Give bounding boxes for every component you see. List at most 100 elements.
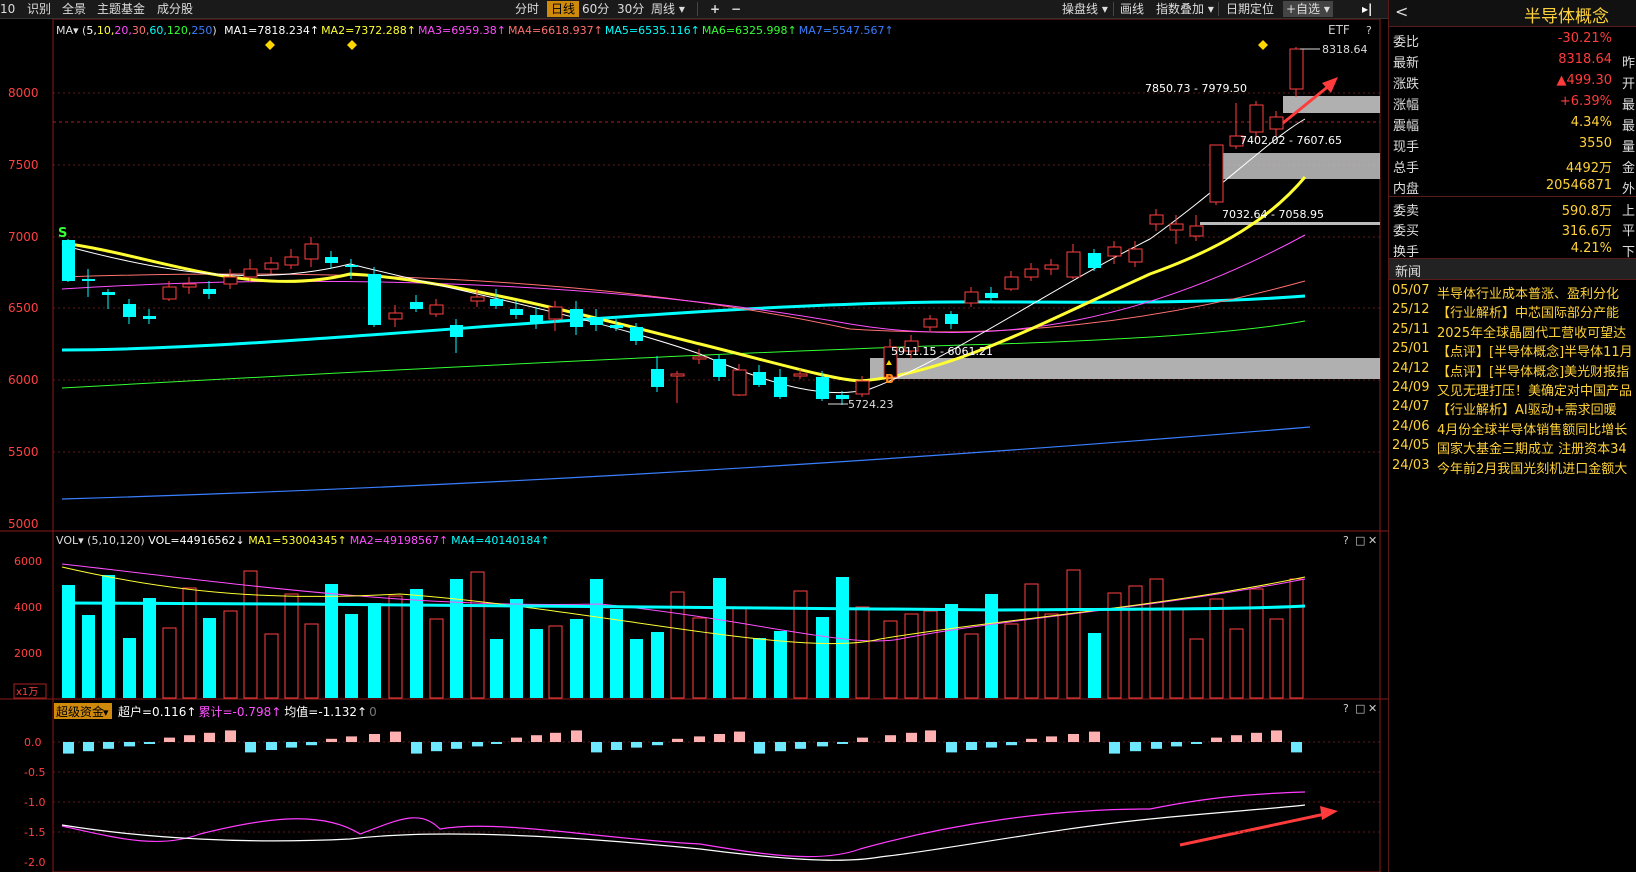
period-tab-intraday[interactable]: 分时 [515, 1, 539, 17]
volume-bar [450, 579, 463, 698]
volume-bar [284, 593, 299, 699]
quote-row: 涨跌 ▲499.30 开 [1389, 70, 1636, 92]
fund-bar [631, 742, 642, 748]
fund-bar [857, 737, 868, 742]
help-icon: ? [1343, 702, 1349, 715]
candles [62, 47, 1304, 405]
news-item[interactable]: 25/01 【点评】[半导体概念]半导体11月 [1389, 339, 1636, 359]
volume-bar [223, 610, 238, 699]
period-tab-daily[interactable]: 日线 [547, 1, 580, 17]
volume-bar [143, 598, 156, 698]
toolbar-item-operate-line[interactable]: 操盘线 ▾ [1062, 1, 1108, 17]
candle-body [470, 296, 485, 302]
fund-bar [1251, 732, 1262, 742]
period-tab-60min[interactable]: 60分 [582, 1, 609, 17]
news-item[interactable]: 24/05 国家大基金三期成立 注册资本34 [1389, 436, 1636, 456]
vol-unit: x1万 [16, 687, 38, 698]
back-icon[interactable]: < [1395, 2, 1408, 21]
fund-bar [1130, 742, 1141, 752]
news-date: 25/01 [1392, 341, 1430, 357]
candle-body [345, 265, 358, 267]
fund-bar [63, 742, 74, 754]
zone-label: 7850.73 - 7979.50 [1145, 82, 1247, 95]
ma5-line [61, 294, 1306, 352]
fund-bar [204, 732, 215, 742]
fund-bar [906, 732, 917, 742]
fund-bar [925, 730, 936, 742]
news-item[interactable]: 05/07 半导体行业成本普涨、盈利分化 [1389, 281, 1636, 301]
toolbar-item-date-locate[interactable]: 日期定位 [1226, 1, 1274, 17]
candle-body [1289, 48, 1304, 90]
event-marker-icon [1258, 40, 1268, 50]
volume-bar [325, 584, 338, 698]
news-item[interactable]: 24/07 【行业解析】AI驱动+需求回暖 [1389, 397, 1636, 417]
fund-bar [124, 742, 135, 747]
candle-body [62, 240, 75, 281]
news-item[interactable]: 24/12 【点评】[半导体概念]美光财报指 [1389, 359, 1636, 379]
quote-label: 涨跌 [1393, 77, 1420, 92]
candle-body [223, 276, 238, 285]
svg-text:-2.0: -2.0 [24, 856, 45, 869]
price-tick: 6000 [8, 373, 39, 387]
quote-value: ▲499.30 [1556, 73, 1613, 88]
fund-bar [103, 742, 114, 749]
news-item[interactable]: 24/09 又见无理打压！美确定对中国产品 [1389, 378, 1636, 398]
volume-bar [345, 614, 358, 698]
zoom-in-button[interactable]: + [710, 1, 720, 17]
price-zone [1200, 222, 1380, 225]
fund-bar [694, 736, 705, 742]
news-header[interactable]: 新闻 [1395, 261, 1421, 280]
svg-text:4000: 4000 [14, 601, 42, 614]
price-tick: 7000 [8, 230, 39, 244]
toolbar-item-draw-line[interactable]: 画线 [1120, 1, 1144, 17]
collapse-panel-icon[interactable]: ▸| [1362, 1, 1372, 17]
candle-body [610, 325, 623, 328]
news-item[interactable]: 24/03 今年前2月我国光刻机进口金额大 [1389, 456, 1636, 476]
candle-body [732, 369, 747, 396]
price-tick: 8000 [8, 86, 39, 100]
volume-bar [203, 618, 216, 698]
sell-signal: S [58, 226, 67, 241]
candle-body [102, 292, 115, 295]
news-item[interactable]: 25/11 2025年全球晶圆代工营收可望达 [1389, 320, 1636, 340]
fund-bar [1191, 742, 1202, 744]
news-title: 2025年全球晶圆代工营收可望达 [1437, 325, 1627, 340]
period-tab-weekly[interactable]: 周线 ▾ [651, 1, 685, 17]
news-item[interactable]: 24/06 4月份全球半导体销售额同比增长 [1389, 417, 1636, 437]
fund-legend: 超户=0.116↑ 累计=-0.798↑ 均值=-1.132↑ 0 [118, 704, 377, 719]
quote-label: 现手 [1393, 140, 1420, 155]
news-item[interactable]: 25/12 【行业解析】中芯国际部分产能 [1389, 300, 1636, 320]
fund-bar [837, 742, 848, 744]
candle-body [1004, 276, 1019, 290]
fund-bar [306, 742, 317, 746]
quote-value: -30.21% [1557, 31, 1612, 46]
toolbar-item-recognize[interactable]: 识别 [27, 1, 51, 17]
toolbar-item-add-watchlist[interactable]: +自选 ▾ [1283, 1, 1333, 17]
quote-label-next: 外 [1622, 182, 1636, 197]
candle-body [243, 268, 258, 278]
ma-legend: MA▾ (5,10,20,30,60,120,250) MA1=7818.234… [56, 23, 1372, 37]
news-date: 25/11 [1392, 321, 1430, 337]
candle-body [570, 309, 583, 327]
toolbar-item-constituents[interactable]: 成分股 [157, 1, 193, 17]
fund-bar [1109, 742, 1120, 754]
quote-side-panel: < 半导体概念 委比 -30.21% 最新 8318.64 昨涨跌 ▲499.30 开涨幅 +… [1388, 0, 1636, 872]
svg-text:0.0: 0.0 [24, 736, 42, 749]
candle-body [490, 299, 503, 306]
close-icon: ✕ [1368, 702, 1377, 715]
volume-bar [490, 639, 503, 698]
svg-text:MA▾ (5,10,20,30,60,120,250): MA▾ (5,10,20,30,60,120,250) MA1=7818.234… [56, 24, 894, 37]
fund-bar [775, 742, 786, 752]
toolbar-item-overview[interactable]: 全景 [62, 1, 86, 17]
news-date: 24/12 [1392, 360, 1430, 376]
toolbar-item-code[interactable]: 10 [0, 1, 15, 17]
period-tab-30min[interactable]: 30分 [617, 1, 644, 17]
news-date: 25/12 [1392, 302, 1430, 318]
toolbar-item-theme-fund[interactable]: 主题基金 [97, 1, 145, 17]
panel-controls[interactable]: ? □ ✕ ? □ ✕ [1343, 534, 1377, 715]
price-zone [1222, 153, 1380, 179]
kline-chart[interactable]: 8000 7500 7000 6500 6000 5500 5000 MA▾ (… [0, 19, 1388, 872]
toolbar-item-index-overlay[interactable]: 指数叠加 ▾ [1156, 1, 1214, 17]
zoom-out-button[interactable]: − [731, 1, 741, 17]
quote-row: 最新 8318.64 昨 [1389, 49, 1636, 71]
